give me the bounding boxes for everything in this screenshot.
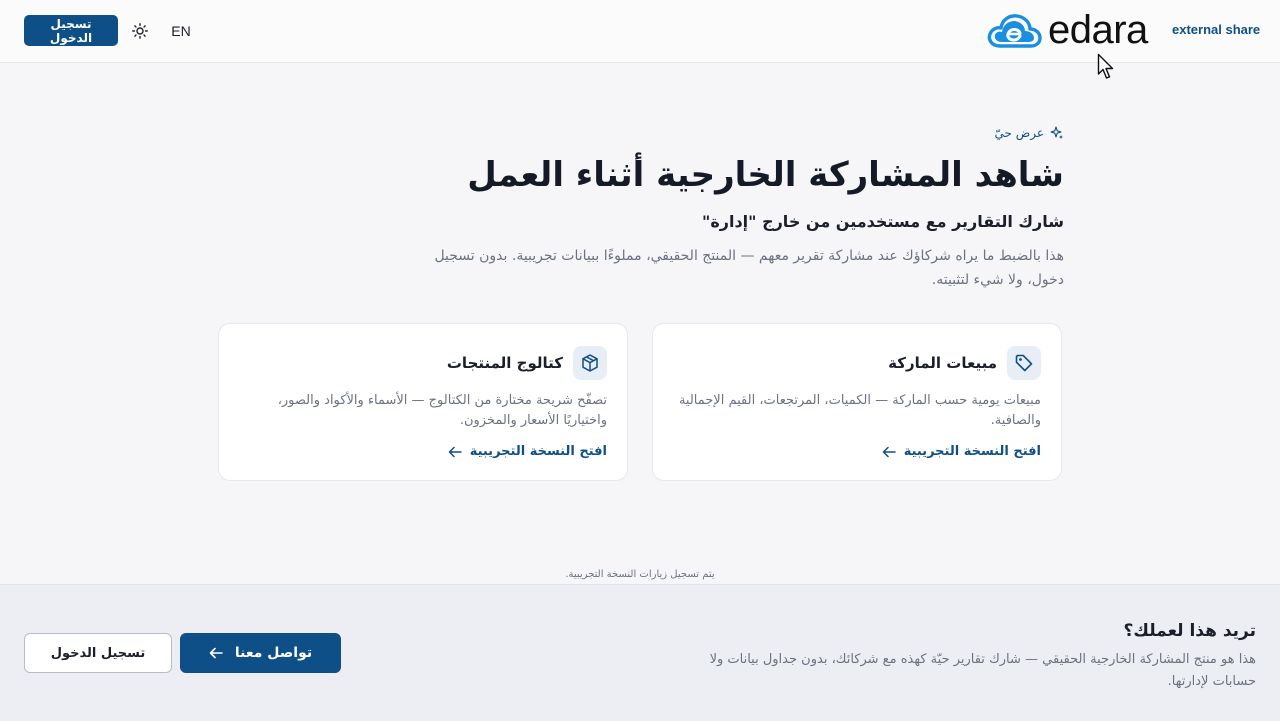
mouse-cursor-icon [1097,53,1114,79]
footer-cta: تريد هذا لعملك؟ هذا هو منتج المشاركة الخ… [0,584,1280,721]
page-subtitle: شارك التقارير مع مستخدمين من خارج "إدارة… [701,212,1064,231]
card-link-label: افتح النسخة التجريبية [469,444,607,459]
card-title: كتالوج المنتجات [446,354,563,372]
logo-wordmark: edara [1048,8,1148,52]
brand-sales-card[interactable]: مبيعات الماركة مبيعات يومية حسب الماركة … [652,323,1062,481]
contact-button-label: تواصل معنا [234,645,313,661]
tag-icon [1015,354,1033,372]
cloud-logo-icon [987,14,1042,48]
tracking-note: يتم تسجيل زيارات النسخة التجريبية. [565,569,715,580]
page-title: شاهد المشاركة الخارجية أثناء العمل [467,155,1064,195]
arrow-left-icon [882,446,896,457]
live-demo-eyebrow: عرض حيّ [994,126,1064,140]
arrow-left-icon [209,647,223,659]
arrow-left-icon [448,446,462,457]
contact-us-button[interactable]: تواصل معنا [180,633,341,673]
product-catalog-card[interactable]: كتالوج المنتجات تصفّح شريحة مختارة من ال… [218,323,628,481]
page-description: هذا بالضبط ما يراه شركاؤك عند مشاركة تقر… [434,248,1064,288]
open-demo-link-product-catalog[interactable]: افتح النسخة التجريبية [448,444,607,459]
box-icon [582,354,598,372]
language-switch[interactable]: EN [166,21,196,41]
external-share-label: external share [1172,22,1261,37]
sparkles-icon [1050,126,1063,139]
open-demo-link-brand-sales[interactable]: افتح النسخة التجريبية [882,444,1041,459]
card-link-label: افتح النسخة التجريبية [903,444,1041,459]
footer-description: هذا هو منتج المشاركة الخارجية الحقيقي — … [709,652,1256,689]
top-bar: تسجيل الدخول EN edara external share [0,0,1280,63]
card-icon-badge [1007,346,1041,380]
footer-login-button[interactable]: تسجيل الدخول [24,633,172,673]
eyebrow-text: عرض حيّ [994,126,1044,140]
card-description: مبيعات يومية حسب الماركة — الكميات، المر… [678,393,1041,428]
theme-toggle-button[interactable] [131,22,149,40]
card-icon-badge [573,346,607,380]
edara-logo[interactable]: edara [986,8,1166,52]
footer-title: تريد هذا لعملك؟ [1123,621,1256,641]
sun-icon [132,23,148,39]
card-title: مبيعات الماركة [888,354,997,372]
card-description: تصفّح شريحة مختارة من الكتالوج — الأسماء… [277,393,607,428]
header-login-button[interactable]: تسجيل الدخول [24,15,118,46]
